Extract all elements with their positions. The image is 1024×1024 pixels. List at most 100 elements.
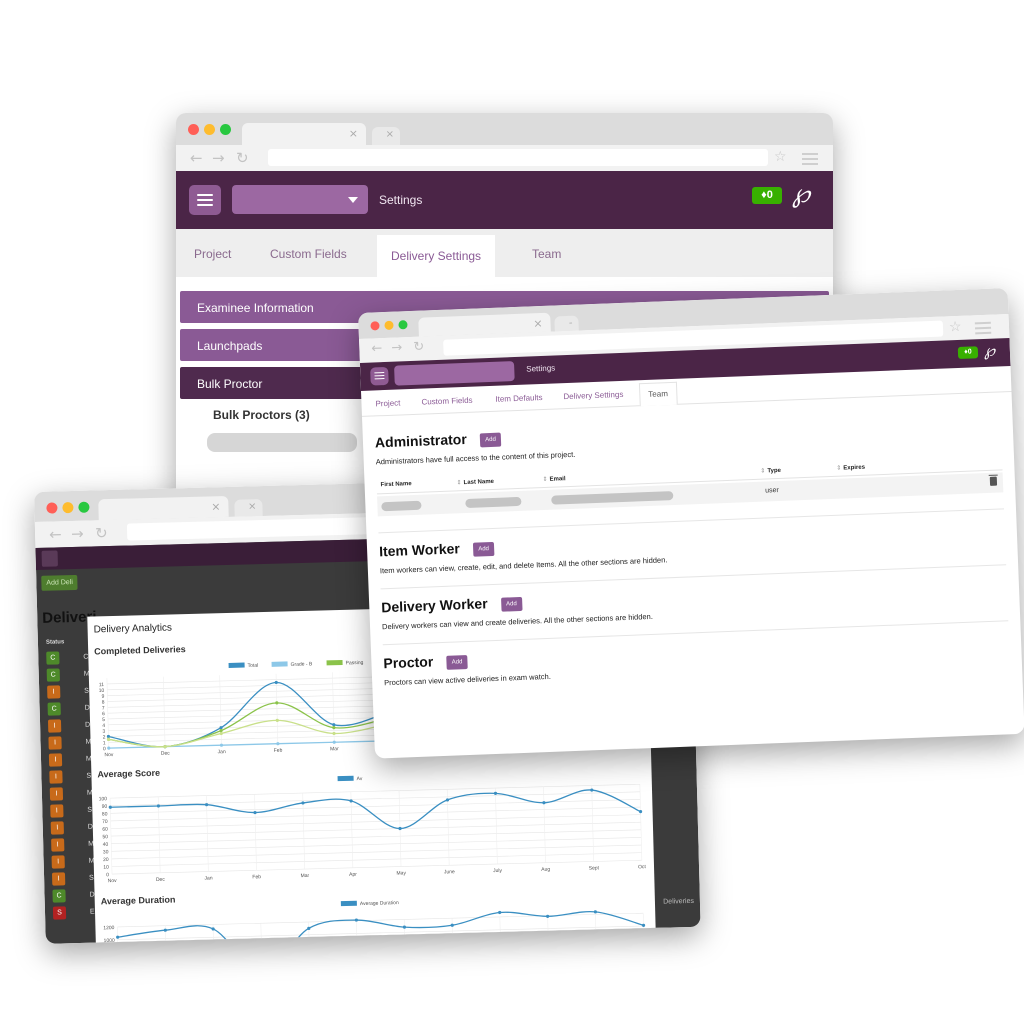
project-select[interactable] xyxy=(394,361,515,386)
add-delivery-worker-button[interactable]: Add xyxy=(500,596,523,612)
data-point xyxy=(163,928,167,932)
new-tab-icon[interactable]: × xyxy=(386,129,394,140)
forward-arrow-icon[interactable]: → xyxy=(391,340,402,355)
sort-icon: ⇕ xyxy=(542,476,548,484)
add-proctor-button[interactable]: Add xyxy=(446,655,468,670)
gridline xyxy=(107,676,389,685)
x-tick-label: Nov xyxy=(104,752,114,758)
notification-badge[interactable]: ♦0 xyxy=(752,187,782,204)
maximize-window-dot[interactable] xyxy=(78,501,90,513)
reload-icon[interactable]: ↻ xyxy=(236,149,249,167)
close-window-dot[interactable] xyxy=(370,321,380,331)
hamburger-menu-icon[interactable] xyxy=(189,185,221,215)
trash-icon[interactable] xyxy=(989,476,998,486)
hamburger-menu-icon[interactable] xyxy=(370,366,389,386)
new-tab[interactable]: - xyxy=(554,315,579,332)
y-tick-label: 3 xyxy=(102,729,105,735)
col-email-label: Email xyxy=(549,476,566,483)
legend-swatch xyxy=(228,662,245,668)
gridline xyxy=(642,913,646,944)
y-tick-label: 100 xyxy=(99,796,108,802)
series-line xyxy=(117,910,644,944)
new-tab-icon[interactable]: - xyxy=(569,318,573,329)
close-tab-icon[interactable]: × xyxy=(533,317,543,330)
forward-arrow-icon[interactable]: → xyxy=(212,149,225,167)
legend-swatch xyxy=(340,900,357,907)
col-last-name[interactable]: ⇕ Last Name xyxy=(456,478,494,486)
y-tick-label: 1000 xyxy=(104,938,115,944)
bookmark-star-icon[interactable]: ☆ xyxy=(774,149,787,165)
bookmark-star-icon[interactable]: ☆ xyxy=(949,319,962,335)
new-tab-icon[interactable]: × xyxy=(248,501,257,512)
browser-menu-icon[interactable] xyxy=(974,321,992,338)
team-body: Administrator Add Administrators have fu… xyxy=(362,392,1024,747)
minimize-window-dot[interactable] xyxy=(62,501,74,514)
status-badge: I xyxy=(47,719,62,733)
maximize-window-dot[interactable] xyxy=(220,124,231,135)
x-tick-label: Jan xyxy=(218,749,226,755)
close-tab-icon[interactable]: × xyxy=(349,127,358,140)
browser-menu-icon[interactable] xyxy=(802,153,818,168)
x-tick-label: Mar xyxy=(330,746,339,752)
tab-team[interactable]: Team xyxy=(532,247,561,261)
back-arrow-icon[interactable]: ← xyxy=(49,525,62,543)
add-administrator-button[interactable]: Add xyxy=(479,432,502,448)
tab-delivery-settings[interactable]: Delivery Settings xyxy=(563,390,623,401)
y-tick-label: 80 xyxy=(102,811,108,817)
project-select[interactable] xyxy=(232,185,368,214)
tab-project[interactable]: Project xyxy=(194,247,231,261)
close-tab-icon[interactable]: × xyxy=(211,500,221,513)
minimize-window-dot[interactable] xyxy=(204,124,215,135)
new-tab[interactable]: × xyxy=(234,499,263,517)
new-tab[interactable]: × xyxy=(372,127,400,145)
status-badge: I xyxy=(49,770,63,784)
browser-tab[interactable]: × xyxy=(242,123,366,145)
composite-stage: × × ← → ↻ ☆ Settings ♦0 ℘ Project Custom… xyxy=(0,0,1024,1024)
y-tick-label: 7 xyxy=(102,705,105,711)
x-tick-label: Feb xyxy=(274,748,283,754)
x-tick-label: May xyxy=(396,870,406,876)
minimize-window-dot[interactable] xyxy=(384,320,394,330)
tab-delivery-settings[interactable]: Delivery Settings xyxy=(377,235,496,277)
add-item-worker-button[interactable]: Add xyxy=(473,541,495,557)
email-placeholder xyxy=(551,491,674,505)
col-type[interactable]: ⇕ Type xyxy=(760,467,781,475)
gridline xyxy=(499,916,502,944)
legend-swatch xyxy=(337,775,354,782)
tab-project[interactable]: Project xyxy=(375,398,400,408)
col-expires[interactable]: ⇕ Expires xyxy=(836,464,865,472)
data-point xyxy=(106,737,111,741)
tab-custom-fields[interactable]: Custom Fields xyxy=(421,396,472,407)
sort-icon: ⇕ xyxy=(760,468,766,475)
close-window-dot[interactable] xyxy=(188,124,199,135)
data-point xyxy=(276,742,280,746)
gridline xyxy=(111,837,642,852)
y-tick-label: 60 xyxy=(102,827,108,833)
back-arrow-icon[interactable]: ← xyxy=(190,149,203,167)
address-bar[interactable] xyxy=(268,149,768,166)
notification-badge[interactable]: ♦0 xyxy=(957,346,979,359)
gridline xyxy=(107,687,390,696)
back-arrow-icon[interactable]: ← xyxy=(371,341,382,356)
reload-icon[interactable]: ↻ xyxy=(95,524,108,542)
x-tick-label: Nov xyxy=(108,878,118,884)
reload-icon[interactable]: ↻ xyxy=(413,339,424,354)
legend-swatch xyxy=(326,659,343,666)
status-badge: C xyxy=(47,702,61,716)
close-window-dot[interactable] xyxy=(46,502,58,514)
col-first-name[interactable]: First Name xyxy=(381,481,412,488)
add-delivery-button[interactable]: Add Deli xyxy=(41,574,79,591)
data-point xyxy=(542,801,546,805)
y-tick-label: 40 xyxy=(103,842,109,848)
gridline xyxy=(107,711,390,720)
hamburger-menu-icon[interactable] xyxy=(41,550,58,567)
tab-item-defaults[interactable]: Item Defaults xyxy=(495,393,542,404)
maximize-window-dot[interactable] xyxy=(398,320,408,330)
gridline xyxy=(111,844,642,860)
tab-team[interactable]: Team xyxy=(638,381,678,407)
forward-arrow-icon[interactable]: → xyxy=(71,525,84,543)
first-name-placeholder xyxy=(381,500,422,512)
col-email[interactable]: ⇕ Email xyxy=(542,475,565,483)
tab-custom-fields[interactable]: Custom Fields xyxy=(270,247,347,261)
x-tick-label: July xyxy=(493,868,503,874)
